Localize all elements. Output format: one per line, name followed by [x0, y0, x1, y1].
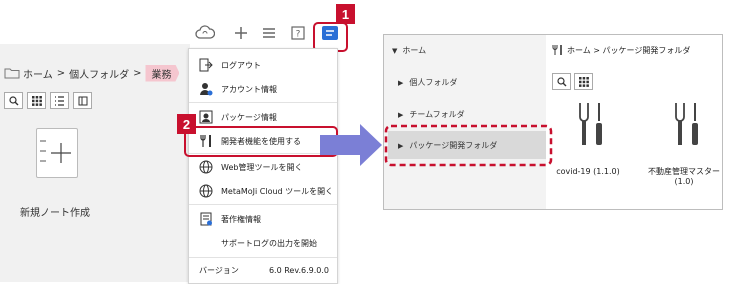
version-row: バージョン 6.0 Rev.6.9.0.0: [189, 259, 337, 281]
copyright-icon: [197, 210, 215, 228]
plus-icon[interactable]: [230, 22, 252, 44]
page-view-icon[interactable]: [73, 92, 92, 109]
menu-item-account[interactable]: アカウント情報: [189, 77, 337, 101]
panel-view-tools: [552, 73, 593, 90]
list-view-icon[interactable]: [50, 92, 69, 109]
breadcrumb-personal[interactable]: 個人フォルダ: [69, 66, 129, 81]
package-content: ホーム > パッケージ開発フォルダ covid-19 (1.1.0) 不動産管理…: [546, 35, 722, 209]
menu-divider: [189, 257, 337, 258]
callout-badge-2: 2: [177, 114, 196, 134]
breadcrumb-home[interactable]: ホーム: [23, 66, 53, 81]
cloud-globe-icon: [197, 182, 215, 200]
sidebar-item-label: ホーム: [402, 46, 427, 55]
package-folder-panel: ▼ ホーム ▶ 個人フォルダ ▶ チームフォルダ ▶ パッケージ開発フォルダ ホ…: [383, 34, 723, 210]
sidebar-item-label: チームフォルダ: [409, 110, 465, 119]
search-icon[interactable]: [552, 73, 571, 90]
help-icon[interactable]: ?: [287, 22, 309, 44]
new-note-label: 新規ノート作成: [20, 208, 90, 219]
grid-view-icon[interactable]: [27, 92, 46, 109]
logout-icon: [197, 56, 215, 74]
menu-item-metamoji-cloud[interactable]: MetaMoJi Cloud ツールを開く: [189, 179, 337, 203]
package-name: 不動産管理マスター (1.0): [648, 167, 720, 186]
package-item[interactable]: covid-19 (1.1.0): [556, 97, 620, 207]
menu-item-support-log[interactable]: サポートログの出力を開始: [189, 231, 337, 255]
breadcrumb-separator: >: [56, 67, 66, 79]
panel-breadcrumb-text: ホーム > パッケージ開発フォルダ: [567, 45, 691, 55]
menu-divider: [189, 102, 337, 103]
callout-badge-1: 1: [336, 4, 355, 24]
package-info-icon: [197, 108, 215, 126]
menu-item-label: Web管理ツールを開く: [221, 162, 303, 172]
caret-right-icon: ▶: [398, 110, 404, 119]
sidebar-item-label: 個人フォルダ: [409, 78, 458, 87]
menu-divider: [189, 204, 337, 205]
sidebar-item-home[interactable]: ▼ ホーム: [392, 45, 426, 56]
caret-down-icon: ▼: [392, 46, 398, 55]
breadcrumb-current: 業務: [145, 64, 180, 82]
folder-icon: [4, 68, 20, 79]
menu-item-label: アカウント情報: [221, 84, 277, 94]
cloud-sync-icon[interactable]: [194, 22, 216, 44]
menu-item-label: MetaMoJi Cloud ツールを開く: [221, 186, 334, 196]
panel-breadcrumb: ホーム > パッケージ開発フォルダ: [552, 44, 690, 56]
callout-box-2: [184, 126, 338, 157]
globe-icon: [197, 158, 215, 176]
dashed-highlight: [384, 124, 553, 167]
version-label: バージョン: [199, 265, 239, 275]
caret-right-icon: ▶: [398, 78, 404, 87]
menu-item-label: パッケージ情報: [221, 112, 277, 122]
new-note-tile[interactable]: [36, 128, 78, 178]
version-value: 6.0 Rev.6.9.0.0: [268, 265, 329, 275]
folder-sidebar: ▼ ホーム ▶ 個人フォルダ ▶ チームフォルダ ▶ パッケージ開発フォルダ: [384, 35, 546, 209]
sidebar-item-personal[interactable]: ▶ 個人フォルダ: [398, 77, 457, 88]
menu-item-copyright[interactable]: 著作権情報: [189, 207, 337, 231]
new-note-plus-icon: [40, 140, 71, 163]
wrench-screwdriver-icon: [675, 103, 698, 145]
search-icon[interactable]: [4, 92, 23, 109]
menu-item-logout[interactable]: ログアウト: [189, 53, 337, 77]
developer-dropdown-menu: ログアウト アカウント情報 パッケージ情報 開発者機能を使用する Web管理ツー…: [188, 48, 338, 284]
sidebar-item-team[interactable]: ▶ チームフォルダ: [398, 109, 465, 120]
menu-item-label: 著作権情報: [221, 214, 261, 224]
menu-item-web-admin[interactable]: Web管理ツールを開く: [189, 155, 337, 179]
view-tools: [4, 92, 92, 109]
hamburger-menu-icon[interactable]: [258, 22, 280, 44]
wrench-screwdriver-icon: [579, 103, 602, 145]
breadcrumb: ホーム > 個人フォルダ > 業務: [4, 64, 180, 82]
package-item[interactable]: 不動産管理マスター (1.0): [648, 97, 720, 207]
svg-text:?: ?: [296, 30, 301, 40]
arrow-right-icon: [320, 124, 382, 166]
breadcrumb-separator: >: [133, 67, 142, 79]
account-icon: [197, 80, 215, 98]
grid-view-icon[interactable]: [574, 73, 593, 90]
menu-item-label: ログアウト: [221, 60, 261, 70]
developer-tools-icon: [552, 45, 562, 55]
menu-item-label: サポートログの出力を開始: [221, 238, 317, 248]
package-name: covid-19 (1.1.0): [556, 167, 620, 176]
